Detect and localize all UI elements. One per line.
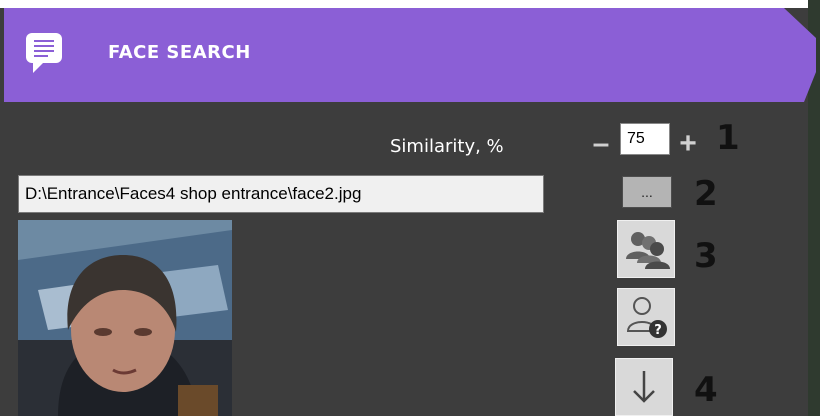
arrow-down-icon	[633, 371, 655, 403]
window-top-strip	[0, 0, 820, 8]
unknown-person-button[interactable]: ?	[617, 288, 675, 346]
callout-2: 2	[694, 174, 718, 214]
file-path-input[interactable]	[18, 175, 544, 213]
group-search-button[interactable]	[617, 220, 675, 278]
people-group-icon	[626, 232, 670, 269]
similarity-decrement-button[interactable]: –	[589, 127, 613, 161]
face-photo	[18, 220, 232, 416]
browse-button[interactable]: ...	[622, 176, 672, 208]
message-icon	[26, 33, 62, 73]
panel-title: FACE SEARCH	[108, 42, 251, 63]
callout-1: 1	[716, 118, 740, 158]
person-question-icon: ?	[626, 297, 667, 338]
similarity-increment-button[interactable]: +	[676, 127, 700, 161]
similarity-input[interactable]	[620, 123, 670, 155]
svg-text:?: ?	[654, 323, 662, 338]
face-search-window: FACE SEARCH Similarity, % – + 1 ... 2	[0, 0, 820, 416]
panel-header: FACE SEARCH	[4, 8, 816, 102]
move-down-button[interactable]	[615, 358, 673, 416]
callout-4: 4	[694, 370, 718, 410]
callout-3: 3	[694, 236, 718, 276]
similarity-label: Similarity, %	[390, 136, 504, 157]
